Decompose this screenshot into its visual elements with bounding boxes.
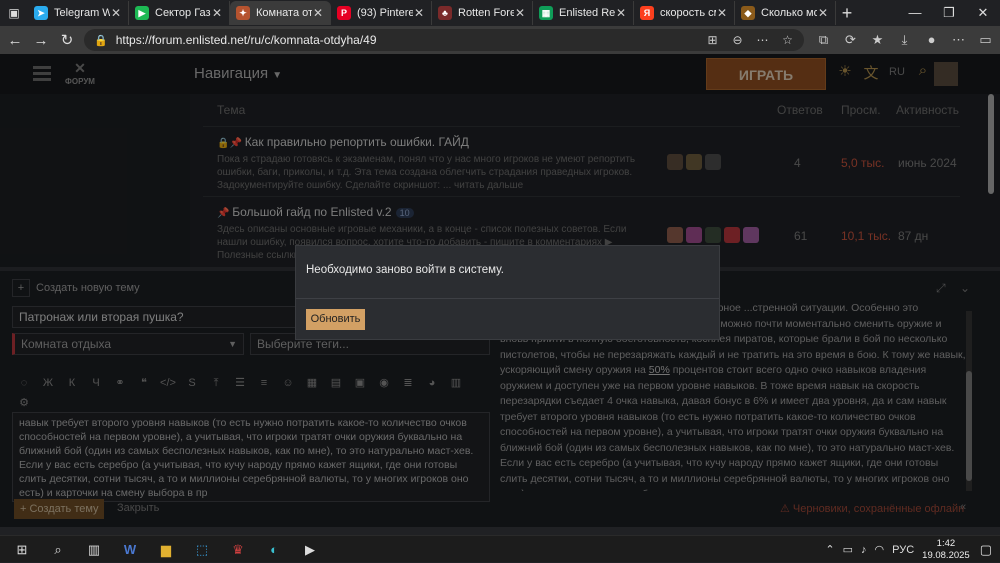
url-text: https://forum.enlisted.net/ru/c/komnata-… [115, 33, 377, 47]
tab-close-icon[interactable]: ✕ [514, 6, 526, 20]
tab-close-icon[interactable]: ✕ [817, 6, 829, 20]
system-tray: ⌃ ▭ ♪ ◠ РУС 1:42 19.08.2025 ▢ [825, 536, 1000, 563]
tab-title: Rotten Forest [458, 7, 514, 19]
browser-tab[interactable]: ♣ Rotten Forest✕ [432, 1, 533, 25]
url-field[interactable]: 🔒 https://forum.enlisted.net/ru/c/komnat… [84, 29, 804, 51]
tab-favicon-icon: ♣ [438, 6, 452, 20]
browser-tab[interactable]: ▶ Сектор Газа ✕ [129, 1, 230, 25]
tab-favicon-icon: ✦ [236, 6, 250, 20]
volume-icon[interactable]: ♪ [861, 544, 867, 556]
refresh-button[interactable]: Обновить [306, 309, 365, 330]
url-actions: ⊞ ⊖ ⋯ ☆ [700, 28, 800, 52]
reload-icon[interactable]: ↻ [54, 31, 80, 49]
keyboard-language[interactable]: РУС [892, 544, 914, 556]
tab-close-icon[interactable]: ✕ [716, 6, 728, 20]
task-view-icon[interactable]: ▥ [76, 538, 112, 561]
file-explorer-icon[interactable]: ▆ [148, 538, 184, 561]
browser-tab[interactable]: ◆ Сколько может✕ [735, 1, 836, 25]
tab-title: скорость смены [660, 7, 716, 19]
tab-close-icon[interactable]: ✕ [312, 6, 324, 20]
tab-close-icon[interactable]: ✕ [211, 6, 223, 20]
browser-tab[interactable]: Яскорость смены✕ [634, 1, 735, 25]
edge-icon[interactable]: ◐ [256, 538, 292, 561]
tab-title: (93) Pinterest [357, 7, 413, 19]
more-menu-icon[interactable]: ⋯ [945, 28, 972, 52]
zoom-icon[interactable]: ⊖ [725, 28, 750, 52]
dialog-message: Необходимо заново войти в систему. [306, 264, 504, 276]
tray-chevron-icon[interactable]: ⌃ [825, 543, 834, 556]
browser-tab[interactable]: P (93) Pinterest✕ [331, 1, 432, 25]
windows-taskbar: ⊞ ⌕ ▥ W ▆ ⬚ ♛ ◐ ▶ ⌃ ▭ ♪ ◠ РУС 1:42 19.08.… [0, 535, 1000, 562]
split-screen-icon[interactable]: ⟳ [837, 28, 864, 52]
tab-title: Telegram Web [54, 7, 110, 19]
close-window-icon[interactable]: ✕ [966, 0, 1000, 26]
window-controls: — ❐ ✕ [898, 0, 1000, 26]
tab-actions-icon[interactable]: ▣ [0, 0, 28, 26]
favorites-icon[interactable]: ★ [864, 28, 891, 52]
taskbar-apps: ⊞ ⌕ ▥ W ▆ ⬚ ♛ ◐ ▶ [4, 538, 328, 561]
tab-favicon-icon: ◆ [741, 6, 755, 20]
address-bar: ← → ↻ 🔒 https://forum.enlisted.net/ru/c/… [0, 26, 1000, 54]
browser-tab[interactable]: ➤ Telegram Web✕ [28, 1, 129, 25]
sidebar-icon[interactable]: ▭ [972, 28, 999, 52]
tab-favicon-icon: ▶ [135, 6, 149, 20]
tab-close-icon[interactable]: ✕ [615, 6, 627, 20]
reading-mode-icon[interactable]: ⋯ [750, 28, 775, 52]
tab-favicon-icon: ▦ [539, 6, 553, 20]
downloads-icon[interactable]: ⤓ [891, 28, 918, 52]
tab-title: Enlisted Resources [559, 7, 615, 19]
tab-favicon-icon: ➤ [34, 6, 48, 20]
favorite-star-icon[interactable]: ☆ [775, 28, 800, 52]
wifi-icon[interactable]: ◠ [875, 543, 885, 556]
maximize-icon[interactable]: ❐ [932, 0, 966, 26]
toolbar-extensions: ⧉ ⟳ ★ ⤓ ● ⋯ ▭ [810, 28, 999, 52]
apps-icon[interactable]: ⊞ [700, 28, 725, 52]
tab-title: Комната отдыха [256, 7, 312, 19]
windows-start-icon[interactable]: ⊞ [4, 538, 40, 561]
clock[interactable]: 1:42 19.08.2025 [922, 538, 970, 562]
relogin-dialog: Необходимо заново войти в систему. Обнов… [295, 245, 720, 340]
browser-tab-bar: ▣ ➤Telegram Web✕▶Сектор Газа✕✦Комната от… [0, 0, 1000, 26]
dialog-divider [296, 298, 719, 299]
browser-tab[interactable]: ▦ Enlisted Resources✕ [533, 1, 634, 25]
game-icon[interactable]: ♛ [220, 538, 256, 561]
new-tab-button[interactable]: + [836, 3, 858, 24]
profile-icon[interactable]: ● [918, 28, 945, 52]
forward-icon[interactable]: → [28, 32, 54, 49]
battery-icon[interactable]: ▭ [843, 543, 853, 556]
tab-title: Сектор Газа [155, 7, 211, 19]
minimize-icon[interactable]: — [898, 0, 932, 26]
tab-close-icon[interactable]: ✕ [110, 6, 122, 20]
tab-favicon-icon: P [337, 6, 351, 20]
browser-tab[interactable]: ✦ Комната отдыха✕ [230, 1, 331, 25]
media-player-icon[interactable]: ▶ [292, 538, 328, 561]
tab-close-icon[interactable]: ✕ [413, 6, 425, 20]
back-icon[interactable]: ← [2, 32, 28, 49]
word-icon[interactable]: W [112, 538, 148, 561]
tab-title: Сколько может [761, 7, 817, 19]
snipping-tool-icon[interactable]: ⬚ [184, 538, 220, 561]
page-scrollbar[interactable] [988, 94, 994, 194]
lock-icon: 🔒 [94, 34, 108, 47]
search-icon[interactable]: ⌕ [40, 538, 76, 561]
notifications-icon[interactable]: ▢ [980, 542, 992, 558]
tab-favicon-icon: Я [640, 6, 654, 20]
extensions-icon[interactable]: ⧉ [810, 28, 837, 52]
